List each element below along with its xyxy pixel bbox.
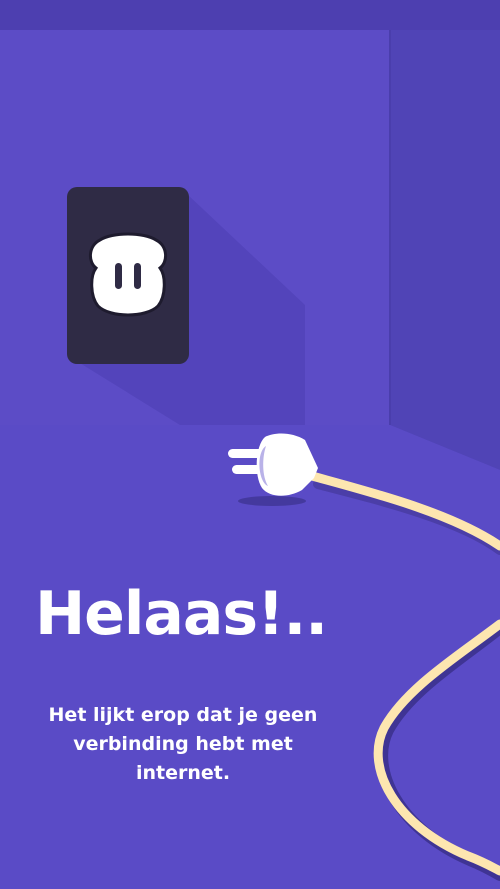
offline-message: Het lijkt erop dat je geen verbinding he… — [48, 704, 318, 784]
plug-shadow — [238, 496, 306, 506]
page-title: Helaas!.. — [34, 579, 328, 649]
floor — [0, 425, 500, 889]
no-connection-screen: Helaas!.. Het lijkt erop dat je geen ver… — [0, 0, 500, 889]
wall-socket-icon — [67, 187, 189, 364]
status-bar — [0, 0, 500, 30]
side-wall — [390, 0, 500, 470]
